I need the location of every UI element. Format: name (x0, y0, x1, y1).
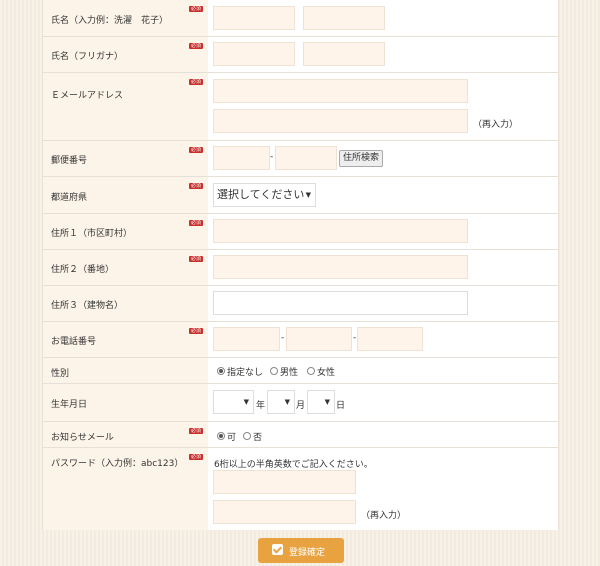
label-cell: 住所１（市区町村） 必須 (43, 214, 208, 249)
prefecture-selected-value: 選択してください (217, 188, 305, 201)
label-cell: 生年月日 (43, 384, 208, 421)
postal-second-input[interactable] (275, 146, 337, 170)
gender-radio-female[interactable] (307, 367, 315, 375)
required-badge: 必須 (189, 147, 203, 153)
birth-year-select[interactable]: ▼ (213, 390, 254, 414)
name-kana-label: 氏名（フリガナ） (51, 52, 124, 62)
label-cell: パスワード（入力例：abc123） 必須 (43, 448, 208, 530)
row-password: パスワード（入力例：abc123） 必須 6桁以上の半角英数でご記入ください。 … (43, 448, 558, 530)
password-reenter-label: （再入力） (361, 511, 407, 521)
address2-label: 住所２（番地） (51, 265, 115, 275)
register-confirm-button[interactable]: 登録確定 (258, 538, 344, 563)
phone-first-input[interactable] (213, 327, 280, 351)
row-postal: 郵便番号 必須 - 住所検索 (43, 141, 558, 177)
label-cell: 性別 (43, 358, 208, 383)
chevron-down-icon: ▼ (324, 398, 330, 406)
year-unit: 年 (256, 401, 266, 411)
email-reenter-label: （再入力） (473, 120, 519, 130)
row-gender: 性別 指定なし 男性 女性 (43, 358, 558, 384)
prefecture-select[interactable]: 選択してください ▼ (213, 183, 316, 207)
phone-separator: - (281, 333, 285, 343)
gender-radio-unspecified[interactable] (217, 367, 225, 375)
name-label: 氏名（入力例：洗濯 花子） (51, 16, 169, 26)
day-unit: 日 (336, 401, 346, 411)
required-badge: 必須 (189, 43, 203, 49)
password-hint: 6桁以上の半角英数でご記入ください。 (214, 460, 373, 470)
row-birthdate: 生年月日 ▼ 年 ▼ 月 ▼ 日 (43, 384, 558, 422)
register-confirm-label: 登録確定 (289, 548, 326, 558)
label-cell: お電話番号 必須 (43, 322, 208, 357)
newsletter-label: お知らせメール (51, 433, 114, 443)
birth-month-select[interactable]: ▼ (267, 390, 295, 414)
address3-label: 住所３（建物名） (51, 301, 124, 311)
address2-input[interactable] (213, 255, 468, 279)
row-address2: 住所２（番地） 必須 (43, 250, 558, 286)
first-name-kana-input[interactable] (303, 42, 385, 66)
gender-option-label: 指定なし (227, 368, 264, 378)
address-search-button[interactable]: 住所検索 (339, 150, 384, 167)
required-badge: 必須 (189, 79, 203, 85)
required-badge: 必須 (189, 454, 203, 460)
required-badge: 必須 (189, 6, 203, 12)
row-phone: お電話番号 必須 - - (43, 322, 558, 358)
last-name-input[interactable] (213, 6, 295, 30)
label-cell: 都道府県 必須 (43, 177, 208, 213)
chevron-down-icon: ▼ (243, 398, 249, 406)
newsletter-option-label: 可 (227, 433, 237, 443)
label-cell: 氏名（入力例：洗濯 花子） 必須 (43, 0, 208, 36)
required-badge: 必須 (189, 183, 203, 189)
newsletter-option-label: 否 (253, 433, 263, 443)
gender-option-label: 男性 (280, 368, 299, 378)
email-label: Ｅメールアドレス (51, 91, 124, 101)
row-prefecture: 都道府県 必須 選択してください ▼ (43, 177, 558, 214)
email-input[interactable] (213, 79, 468, 103)
label-cell: 住所２（番地） 必須 (43, 250, 208, 285)
required-badge: 必須 (189, 220, 203, 226)
address1-label: 住所１（市区町村） (51, 229, 133, 239)
label-cell: 氏名（フリガナ） 必須 (43, 37, 208, 72)
password-label: パスワード（入力例：abc123） (51, 459, 184, 469)
phone-separator: - (353, 333, 357, 343)
row-address1: 住所１（市区町村） 必須 (43, 214, 558, 250)
month-unit: 月 (296, 401, 306, 411)
required-badge: 必須 (189, 256, 203, 262)
label-cell: 郵便番号 必須 (43, 141, 208, 176)
required-badge: 必須 (189, 428, 203, 434)
last-name-kana-input[interactable] (213, 42, 295, 66)
checkmark-icon (272, 544, 283, 555)
birthdate-label: 生年月日 (51, 400, 88, 410)
gender-radio-male[interactable] (270, 367, 278, 375)
gender-option-label: 女性 (317, 368, 336, 378)
postal-first-input[interactable] (213, 146, 270, 170)
newsletter-radio-no[interactable] (243, 432, 251, 440)
password-input[interactable] (213, 470, 356, 494)
row-name-kana: 氏名（フリガナ） 必須 (43, 37, 558, 73)
address1-input[interactable] (213, 219, 468, 243)
newsletter-radio-yes[interactable] (217, 432, 225, 440)
required-badge: 必須 (189, 328, 203, 334)
phone-third-input[interactable] (357, 327, 423, 351)
phone-second-input[interactable] (286, 327, 352, 351)
label-cell: Ｅメールアドレス 必須 (43, 73, 208, 140)
row-address3: 住所３（建物名） (43, 286, 558, 322)
chevron-down-icon: ▼ (284, 398, 290, 406)
row-name: 氏名（入力例：洗濯 花子） 必須 (43, 0, 558, 37)
phone-label: お電話番号 (51, 337, 97, 347)
address3-input[interactable] (213, 291, 468, 315)
label-cell: お知らせメール 必須 (43, 422, 208, 447)
registration-form: 氏名（入力例：洗濯 花子） 必須 氏名（フリガナ） 必須 Ｅメールアドレス 必須… (42, 0, 559, 530)
postal-separator: - (270, 152, 274, 162)
label-cell: 住所３（建物名） (43, 286, 208, 321)
password-confirm-input[interactable] (213, 500, 356, 524)
chevron-down-icon: ▼ (305, 191, 311, 199)
postal-label: 郵便番号 (51, 156, 88, 166)
birth-day-select[interactable]: ▼ (307, 390, 335, 414)
row-email: Ｅメールアドレス 必須 （再入力） (43, 73, 558, 141)
gender-label: 性別 (51, 369, 70, 379)
row-newsletter: お知らせメール 必須 可 否 (43, 422, 558, 448)
prefecture-label: 都道府県 (51, 193, 88, 203)
email-confirm-input[interactable] (213, 109, 468, 133)
first-name-input[interactable] (303, 6, 385, 30)
